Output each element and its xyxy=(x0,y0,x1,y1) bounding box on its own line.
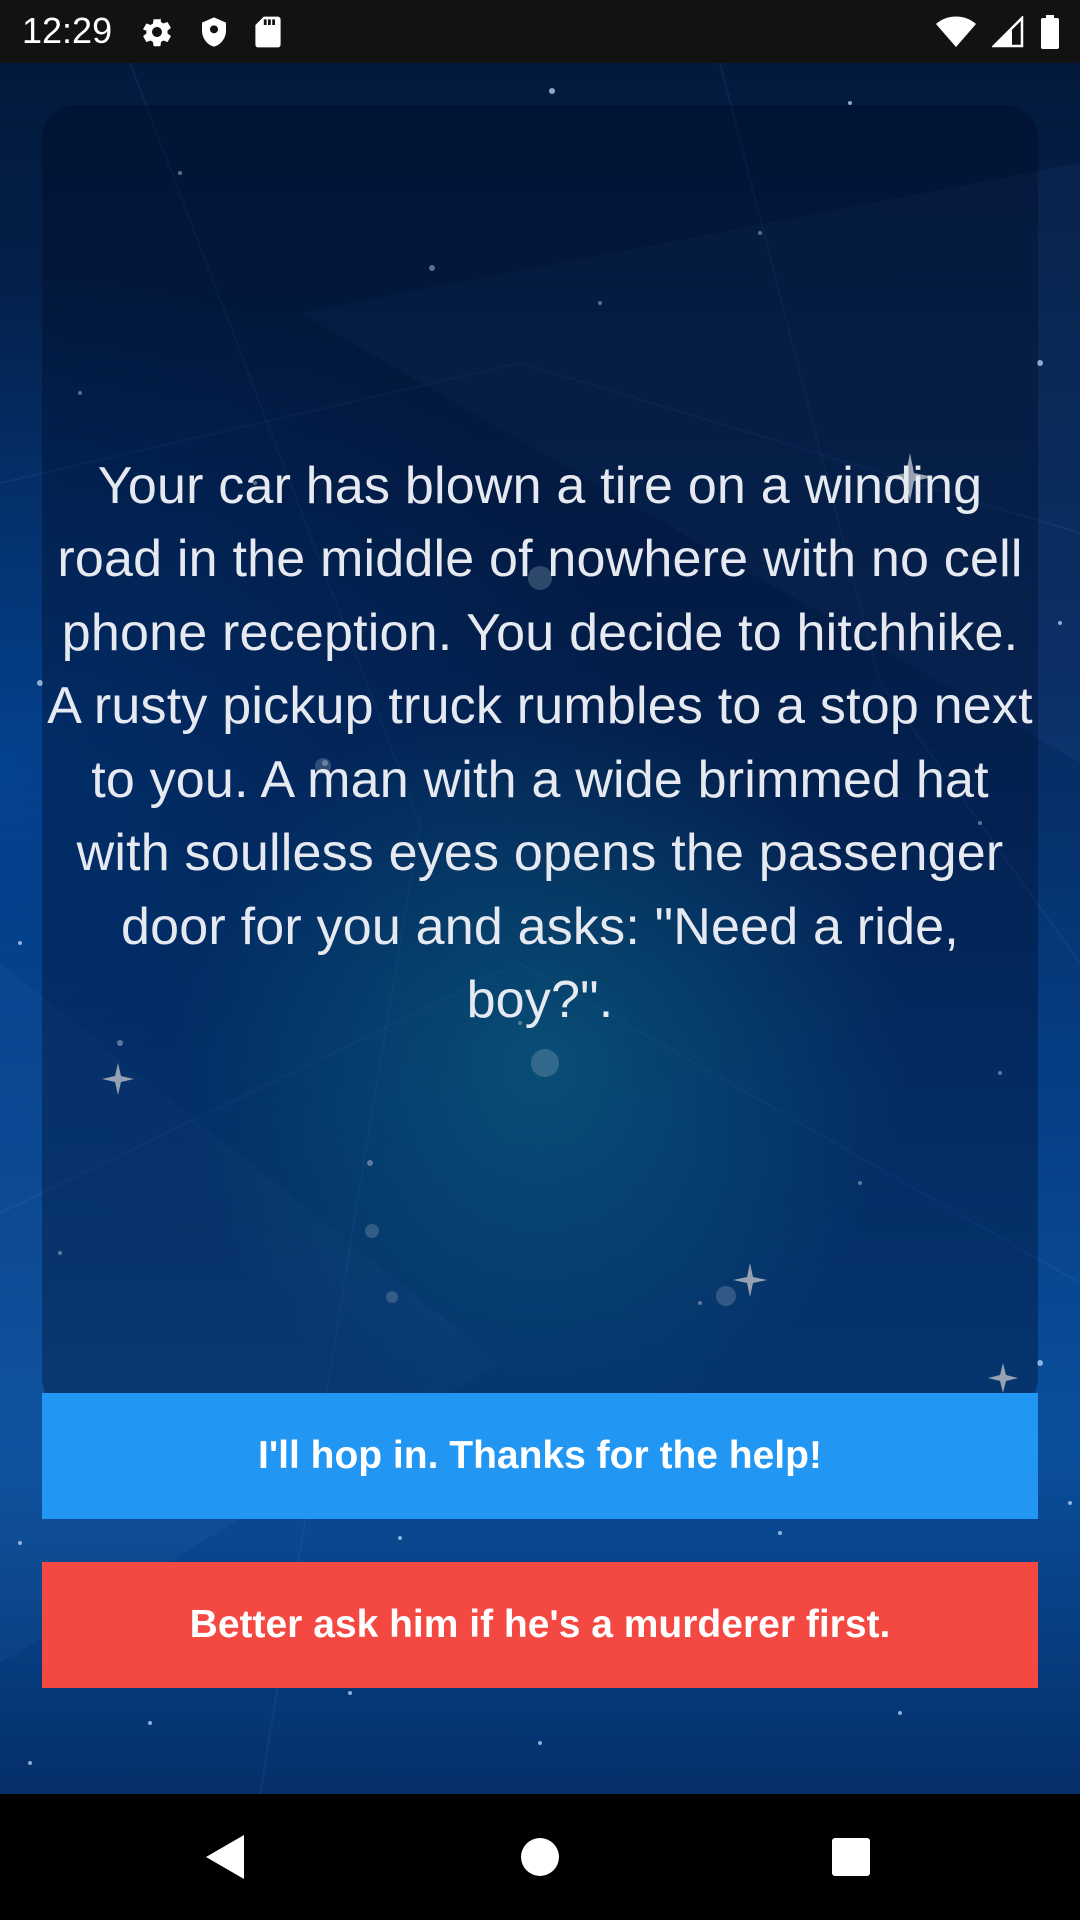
story-card: Your car has blown a tire on a winding r… xyxy=(42,105,1038,1412)
sd-card-icon xyxy=(254,15,282,49)
status-left-icons xyxy=(140,14,282,50)
wifi-icon xyxy=(936,16,976,48)
back-icon xyxy=(206,1835,244,1879)
settings-icon xyxy=(140,15,174,49)
nav-back-button[interactable] xyxy=(166,1794,286,1920)
status-right-icons xyxy=(936,14,1060,50)
recents-icon xyxy=(832,1838,870,1876)
home-icon xyxy=(521,1838,559,1876)
app-screen: 12:29 Your car has blown a tire on a win… xyxy=(0,0,1080,1920)
status-bar: 12:29 xyxy=(0,0,1080,63)
battery-icon xyxy=(1040,15,1060,49)
cell-signal-icon xyxy=(992,16,1024,48)
choice-hop-in-button[interactable]: I'll hop in. Thanks for the help! xyxy=(42,1393,1038,1519)
nav-recents-button[interactable] xyxy=(791,1794,911,1920)
nav-home-button[interactable] xyxy=(480,1794,600,1920)
status-time: 12:29 xyxy=(22,10,113,51)
story-text: Your car has blown a tire on a winding r… xyxy=(47,456,1033,1030)
choice-ask-murderer-button[interactable]: Better ask him if he's a murderer first. xyxy=(42,1562,1038,1688)
shield-icon xyxy=(198,15,230,49)
navigation-bar xyxy=(0,1794,1080,1920)
starry-background: Your car has blown a tire on a winding r… xyxy=(0,63,1080,1794)
